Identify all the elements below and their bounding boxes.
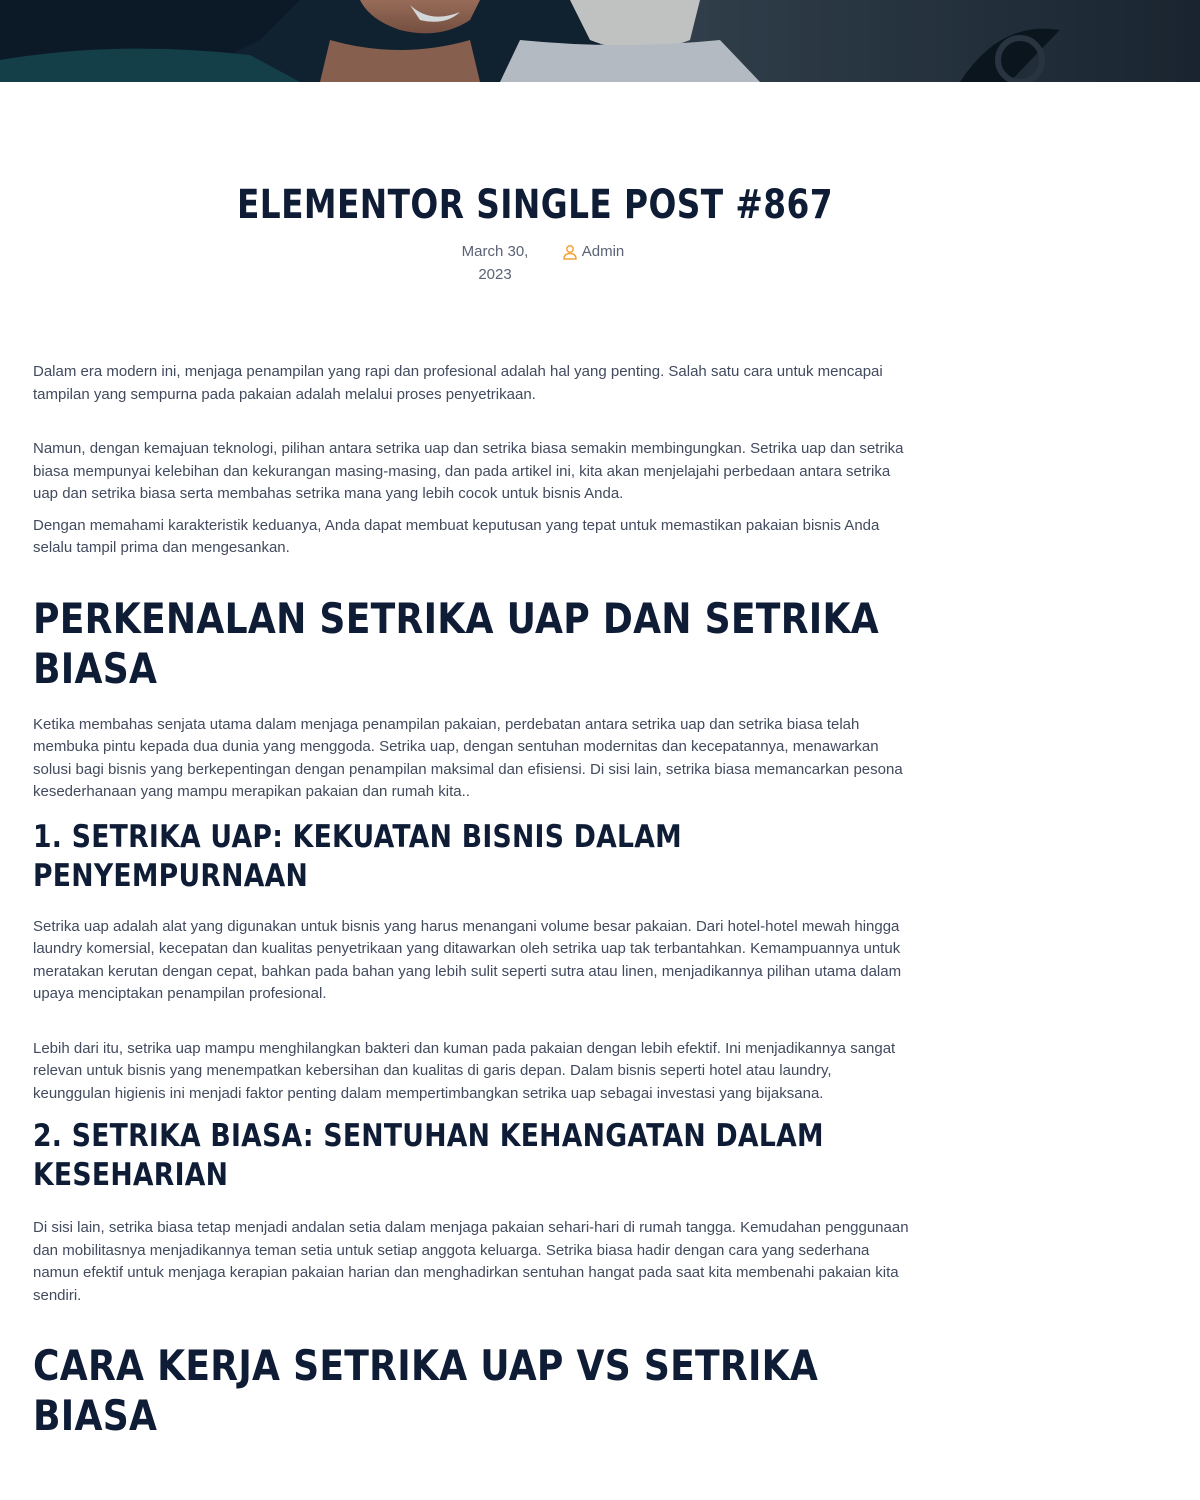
intro-paragraph-2: Namun, dengan kemajuan teknologi, piliha… xyxy=(33,440,904,502)
featured-image-art xyxy=(0,0,1200,82)
subheading-setrika-uap: 1. SETRIKA UAP: KEKUATAN BISNIS DALAM PE… xyxy=(33,818,682,894)
featured-image xyxy=(0,0,1200,82)
user-icon xyxy=(562,244,578,260)
section-perkenalan-paragraph: Ketika membahas senjata utama dalam menj… xyxy=(33,715,903,801)
section-heading-perkenalan: PERKENALAN SETRIKA UAP DAN SETRIKA BIASA xyxy=(33,593,879,693)
intro-paragraph-1: Dalam era modern ini, menjaga penampilan… xyxy=(33,363,883,403)
post-author[interactable]: Admin xyxy=(562,240,632,263)
section-heading-cara-kerja: CARA KERJA SETRIKA UAP VS SETRIKA BIASA xyxy=(33,1341,819,1440)
setrika-biasa-paragraph: Di sisi lain, setrika biasa tetap menjad… xyxy=(33,1219,909,1304)
post-content: Dalam era modern ini, menjaga penampilan… xyxy=(33,361,913,1441)
post-title: ELEMENTOR SINGLE POST #867 xyxy=(236,182,834,228)
post-author-name[interactable]: Admin xyxy=(581,240,625,263)
intro-paragraph-3: Dengan memahami karakteristik keduanya, … xyxy=(33,516,880,557)
setrika-uap-paragraph-1: Setrika uap adalah alat yang digunakan u… xyxy=(33,917,902,1003)
subheading-setrika-biasa: 2. SETRIKA BIASA: SENTUHAN KEHANGATAN DA… xyxy=(33,1118,824,1193)
setrika-uap-paragraph-2: Lebih dari itu, setrika uap mampu menghi… xyxy=(33,1039,896,1102)
post-date[interactable]: March 30, 2023 xyxy=(452,240,538,286)
